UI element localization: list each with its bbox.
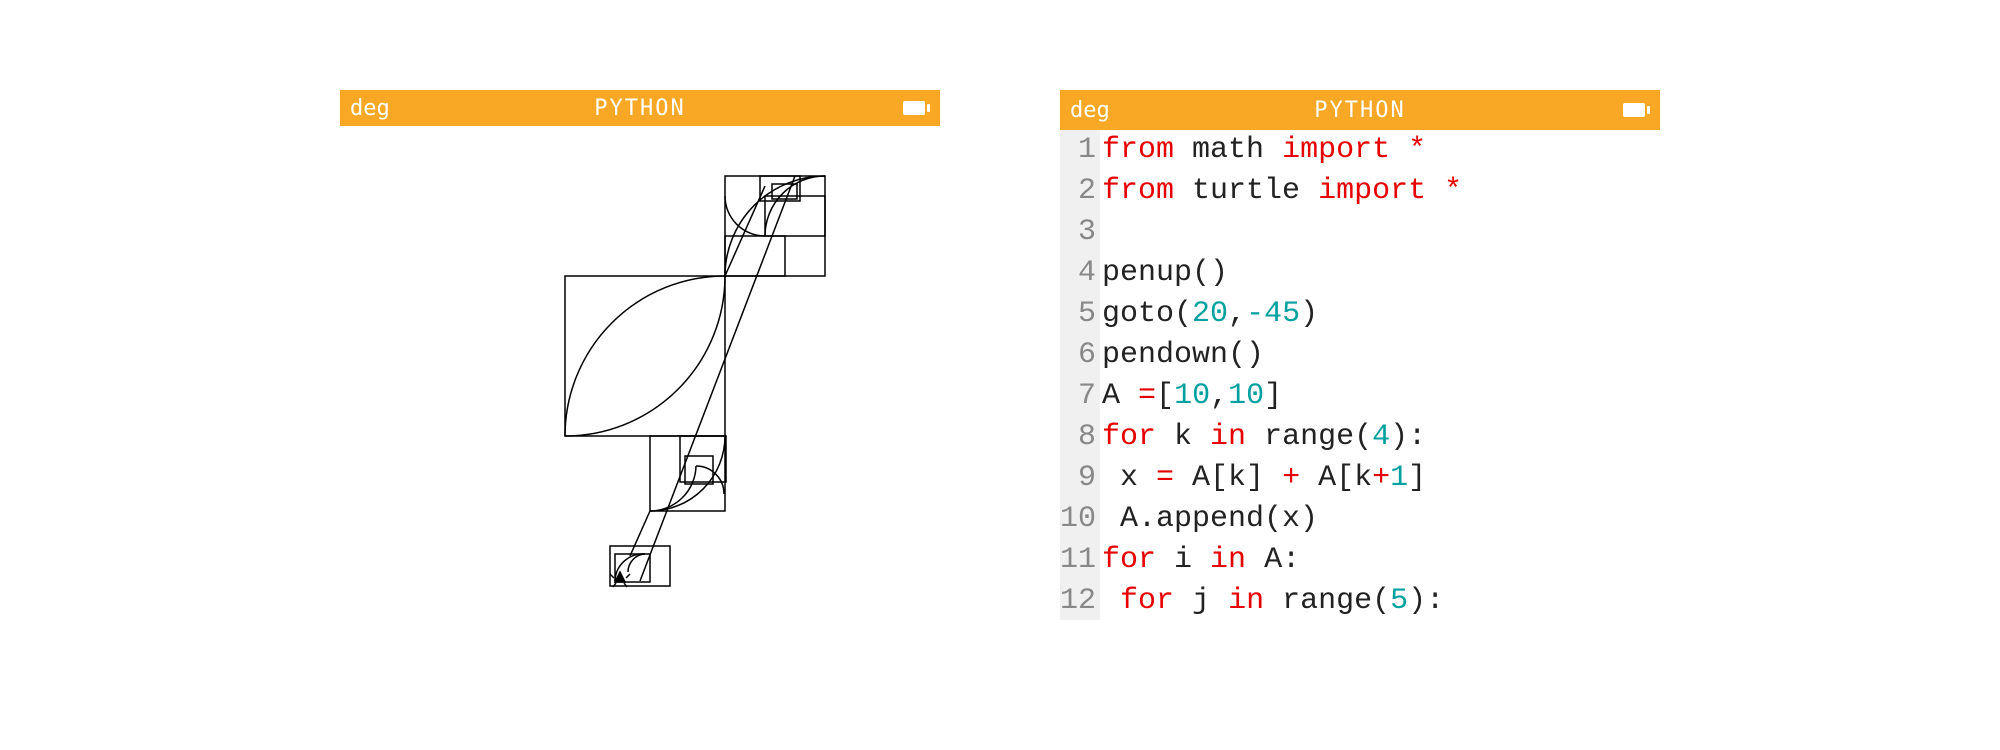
code-line[interactable]: goto(20,-45) <box>1102 294 1462 335</box>
code-token: -45 <box>1246 297 1300 331</box>
line-number: 11 <box>1060 540 1096 581</box>
line-number: 1 <box>1060 130 1096 171</box>
code-line[interactable]: for j in range(5): <box>1102 581 1462 620</box>
turtle-canvas <box>340 126 940 620</box>
code-token: [ <box>1156 379 1174 413</box>
code-token: in <box>1210 543 1246 577</box>
code-token: 20 <box>1192 297 1228 331</box>
line-number-gutter: 123456789101112 <box>1060 130 1100 620</box>
code-token: 10 <box>1174 379 1210 413</box>
code-token: for <box>1102 543 1156 577</box>
code-token: 10 <box>1228 379 1264 413</box>
code-token: A[k <box>1300 461 1372 495</box>
code-token: + <box>1372 461 1390 495</box>
line-number: 12 <box>1060 581 1096 620</box>
code-token: for <box>1120 584 1174 618</box>
code-token: * <box>1426 174 1462 208</box>
app-title: PYTHON <box>594 96 685 121</box>
code-token: A[k] <box>1174 461 1282 495</box>
output-screen: deg PYTHON <box>340 90 940 620</box>
line-number: 4 <box>1060 253 1096 294</box>
battery-icon <box>1623 103 1650 117</box>
code-token: ] <box>1264 379 1282 413</box>
code-line[interactable]: for k in range(4): <box>1102 417 1462 458</box>
line-number: 6 <box>1060 335 1096 376</box>
code-token: ): <box>1408 584 1444 618</box>
code-token: + <box>1282 461 1300 495</box>
code-token: from <box>1102 174 1174 208</box>
line-number: 10 <box>1060 499 1096 540</box>
code-token: ): <box>1390 420 1426 454</box>
code-token: k <box>1156 420 1210 454</box>
code-token <box>1102 584 1120 618</box>
angle-mode-label: deg <box>1070 98 1110 123</box>
code-content[interactable]: from math import *from turtle import * p… <box>1100 130 1462 620</box>
code-token: j <box>1174 584 1228 618</box>
code-token: 5 <box>1390 584 1408 618</box>
code-token: in <box>1228 584 1264 618</box>
code-token: ] <box>1408 461 1426 495</box>
code-line[interactable]: pendown() <box>1102 335 1462 376</box>
line-number: 9 <box>1060 458 1096 499</box>
line-number: 5 <box>1060 294 1096 335</box>
code-token: import <box>1318 174 1426 208</box>
code-line[interactable]: x = A[k] + A[k+1] <box>1102 458 1462 499</box>
code-token: in <box>1210 420 1246 454</box>
code-token: for <box>1102 420 1156 454</box>
code-line[interactable]: from turtle import * <box>1102 171 1462 212</box>
code-token: penup() <box>1102 256 1228 290</box>
code-token: = <box>1156 461 1174 495</box>
code-editor[interactable]: 123456789101112 from math import *from t… <box>1060 130 1660 620</box>
code-token: x <box>1102 461 1156 495</box>
code-token: import <box>1282 133 1390 167</box>
title-bar-right: deg PYTHON <box>1060 90 1660 130</box>
line-number: 3 <box>1060 212 1096 253</box>
code-line[interactable]: from math import * <box>1102 130 1462 171</box>
code-token: A.append(x) <box>1102 502 1318 536</box>
editor-screen: deg PYTHON 123456789101112 from math imp… <box>1060 90 1660 620</box>
line-number: 2 <box>1060 171 1096 212</box>
code-token: ) <box>1300 297 1318 331</box>
battery-icon <box>903 101 930 115</box>
code-token: range( <box>1246 420 1372 454</box>
line-number: 7 <box>1060 376 1096 417</box>
code-token: 1 <box>1390 461 1408 495</box>
code-line[interactable] <box>1102 212 1462 253</box>
code-token: math <box>1174 133 1282 167</box>
title-bar-left: deg PYTHON <box>340 90 940 126</box>
code-line[interactable]: A =[10,10] <box>1102 376 1462 417</box>
angle-mode-label: deg <box>350 96 390 121</box>
code-token: goto( <box>1102 297 1192 331</box>
app-title: PYTHON <box>1314 98 1405 123</box>
code-token: 4 <box>1372 420 1390 454</box>
code-token: A: <box>1246 543 1300 577</box>
code-token: pendown() <box>1102 338 1264 372</box>
code-line[interactable]: penup() <box>1102 253 1462 294</box>
code-token: = <box>1138 379 1156 413</box>
code-token: A <box>1102 379 1138 413</box>
code-token: from <box>1102 133 1174 167</box>
code-token: * <box>1390 133 1426 167</box>
line-number: 8 <box>1060 417 1096 458</box>
code-token: turtle <box>1174 174 1318 208</box>
code-line[interactable]: for i in A: <box>1102 540 1462 581</box>
code-line[interactable]: A.append(x) <box>1102 499 1462 540</box>
code-token: range( <box>1264 584 1390 618</box>
turtle-drawing <box>340 126 940 616</box>
code-token: i <box>1156 543 1210 577</box>
code-token: , <box>1210 379 1228 413</box>
code-token: , <box>1228 297 1246 331</box>
